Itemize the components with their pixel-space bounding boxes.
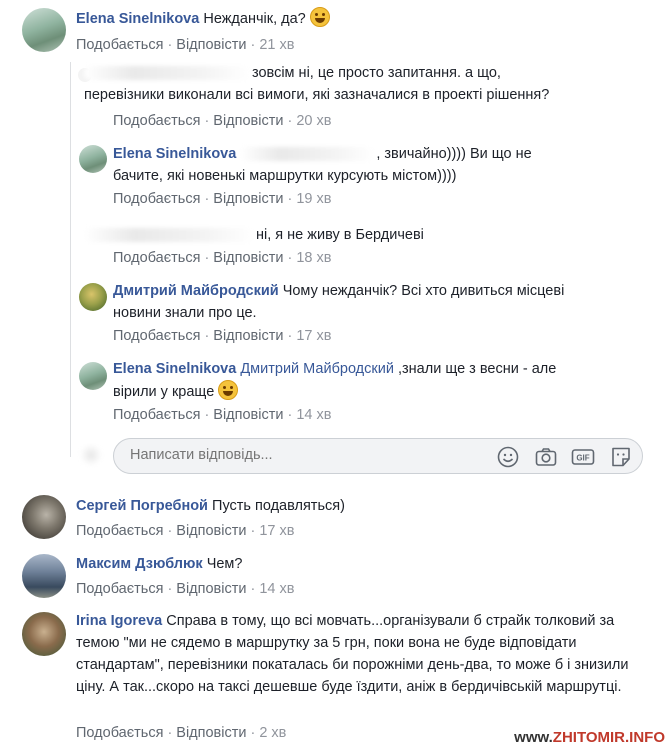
- reply-link[interactable]: Відповісти: [213, 191, 283, 207]
- grinning-emoji-icon: [218, 380, 239, 400]
- comment-time[interactable]: 14 хв: [259, 581, 294, 597]
- reply-link[interactable]: Відповісти: [176, 523, 246, 539]
- like-link[interactable]: Подобається: [76, 725, 163, 741]
- reply-link[interactable]: Відповісти: [213, 407, 283, 423]
- svg-text:GIF: GIF: [576, 454, 589, 463]
- watermark: www.ZHITOMIR.INFO: [514, 729, 665, 746]
- mention-link[interactable]: Дмитрий Майбродский: [240, 361, 394, 377]
- comment: Elena Sinelnikova Нежданчік, да? Подобає…: [0, 0, 671, 60]
- like-link[interactable]: Подобається: [113, 328, 200, 344]
- reply-link[interactable]: Відповісти: [213, 328, 283, 344]
- comment-text: Чем?: [206, 556, 243, 572]
- comment: Сергей Погребной Пусть подавляться) Подо…: [0, 492, 671, 547]
- comment-time[interactable]: 14 хв: [296, 407, 331, 423]
- avatar[interactable]: [79, 283, 107, 311]
- reply-link[interactable]: Відповісти: [213, 113, 283, 129]
- comment-text: Пусть подавляться): [212, 498, 345, 514]
- like-link[interactable]: Подобається: [113, 113, 200, 129]
- comment-text: ні, я не живу в Бердичеві: [256, 227, 424, 243]
- like-link[interactable]: Подобається: [113, 191, 200, 207]
- redacted-author: [84, 228, 254, 243]
- comment-time[interactable]: 21 хв: [259, 37, 294, 53]
- reply-comment: Elena Sinelnikova Дмитрий Майбродский ,з…: [0, 357, 671, 427]
- comment-author[interactable]: Сергей Погребной: [76, 498, 208, 514]
- avatar[interactable]: [22, 612, 66, 656]
- smile-icon[interactable]: [496, 445, 520, 469]
- like-link[interactable]: Подобається: [113, 407, 200, 423]
- reply-comment: Elena Sinelnikova , звичайно)))) Ви що н…: [0, 140, 671, 212]
- comment-author[interactable]: Дмитрий Майбродский: [113, 283, 279, 299]
- comment: Максим Дзюблюк Чем? Подобається · Відповіс…: [0, 552, 671, 602]
- comment-text: Нежданчік, да?: [203, 11, 306, 27]
- comment-author[interactable]: Elena Sinelnikova: [113, 361, 236, 377]
- sticker-icon[interactable]: [609, 445, 633, 469]
- avatar[interactable]: [79, 145, 107, 173]
- reply-link[interactable]: Відповісти: [176, 725, 246, 741]
- reply-comment: Дмитрий Майбродский Чому нежданчік? Всі …: [0, 280, 671, 350]
- reply-link[interactable]: Відповісти: [176, 581, 246, 597]
- like-link[interactable]: Подобається: [76, 37, 163, 53]
- redacted-author: [84, 66, 250, 81]
- like-link[interactable]: Подобається: [113, 250, 200, 266]
- avatar[interactable]: [22, 8, 66, 52]
- reply-link[interactable]: Відповісти: [213, 250, 283, 266]
- like-link[interactable]: Подобається: [76, 523, 163, 539]
- comment-time[interactable]: 17 хв: [296, 328, 331, 344]
- comment-time[interactable]: 17 хв: [259, 523, 294, 539]
- reply-input[interactable]: [130, 447, 470, 463]
- redacted-avatar: [80, 444, 102, 466]
- reply-box: GIF: [113, 438, 643, 474]
- comment-time[interactable]: 19 хв: [296, 191, 331, 207]
- camera-icon[interactable]: [534, 445, 558, 469]
- avatar[interactable]: [22, 554, 66, 598]
- grinning-emoji-icon: [309, 7, 330, 27]
- reply-comment: ні, я не живу в Бердичеві Подобається · Ві…: [0, 222, 671, 272]
- comment-time[interactable]: 18 хв: [296, 250, 331, 266]
- avatar[interactable]: [22, 495, 66, 539]
- redacted-mention: [240, 147, 375, 162]
- comment-author[interactable]: Elena Sinelnikova: [76, 11, 199, 27]
- comment-author[interactable]: Максим Дзюблюк: [76, 556, 203, 572]
- like-link[interactable]: Подобається: [76, 581, 163, 597]
- comment-author[interactable]: Elena Sinelnikova: [113, 146, 236, 162]
- reply-comment: зовсім ні, це просто запитання. а що, пе…: [0, 62, 671, 132]
- comment-time[interactable]: 2 хв: [259, 725, 286, 741]
- comment-author[interactable]: Irina Igoreva: [76, 613, 162, 629]
- comment-time[interactable]: 20 хв: [296, 113, 331, 129]
- reply-link[interactable]: Відповісти: [176, 37, 246, 53]
- avatar[interactable]: [79, 362, 107, 390]
- gif-icon[interactable]: GIF: [571, 445, 595, 469]
